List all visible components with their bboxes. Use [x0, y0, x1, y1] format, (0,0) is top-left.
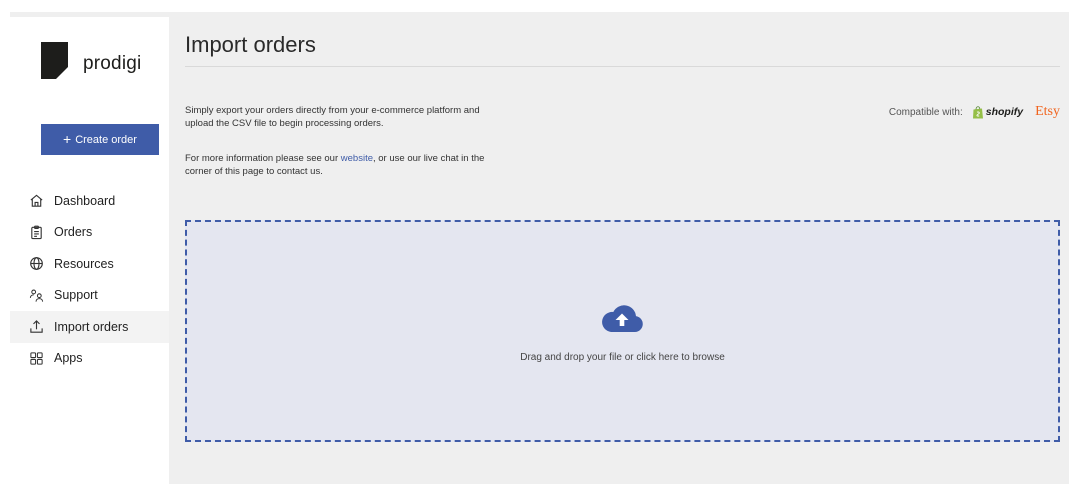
shopify-logo: shopify — [972, 105, 1024, 119]
sidebar-item-label: Resources — [54, 256, 114, 271]
website-link[interactable]: website — [341, 153, 373, 164]
more-info-before: For more information please see our — [185, 153, 341, 164]
file-dropzone[interactable]: Drag and drop your file or click here to… — [185, 220, 1060, 442]
sidebar-item-import-orders[interactable]: Import orders — [10, 311, 169, 343]
page-title: Import orders — [185, 32, 316, 57]
create-order-button[interactable]: + Create order — [41, 124, 159, 155]
etsy-logo: Etsy — [1035, 104, 1060, 119]
compatible-label: Compatible with: — [888, 106, 963, 118]
people-icon — [28, 287, 44, 303]
sidebar-item-label: Apps — [54, 351, 83, 366]
cloud-upload-icon — [602, 305, 643, 332]
intro-text: Simply export your orders directly from … — [185, 105, 480, 129]
shopify-wordmark: shopify — [985, 106, 1024, 118]
upload-icon — [28, 319, 44, 335]
sidebar-item-label: Import orders — [54, 319, 129, 334]
shopify-bag-icon — [972, 105, 983, 118]
compatible-platforms: Compatible with: shopify Etsy — [889, 104, 1060, 120]
create-order-label: Create order — [75, 133, 137, 146]
sidebar-item-dashboard[interactable]: Dashboard — [10, 185, 169, 217]
title-divider — [185, 66, 1060, 67]
logo-text: prodigi — [83, 52, 142, 74]
grid-icon — [28, 350, 44, 366]
clipboard-icon — [28, 224, 44, 240]
sidebar: prodigi + Create order Dashboard Orders … — [10, 17, 169, 484]
sidebar-item-resources[interactable]: Resources — [10, 248, 169, 280]
sidebar-item-label: Support — [54, 288, 98, 303]
home-icon — [28, 193, 44, 209]
sidebar-item-apps[interactable]: Apps — [10, 343, 169, 375]
globe-icon — [28, 256, 44, 272]
sidebar-item-support[interactable]: Support — [10, 280, 169, 312]
sidebar-nav: Dashboard Orders Resources Support Impor… — [10, 185, 169, 374]
sidebar-item-label: Orders — [54, 225, 93, 240]
sidebar-item-label: Dashboard — [54, 193, 116, 208]
dropzone-text: Drag and drop your file or click here to… — [520, 352, 725, 363]
logo-mark-icon — [41, 42, 68, 79]
more-info-text: For more information please see our webs… — [185, 152, 505, 178]
plus-icon: + — [63, 131, 72, 147]
prodigi-logo[interactable]: prodigi — [41, 42, 141, 79]
sidebar-item-orders[interactable]: Orders — [10, 217, 169, 249]
